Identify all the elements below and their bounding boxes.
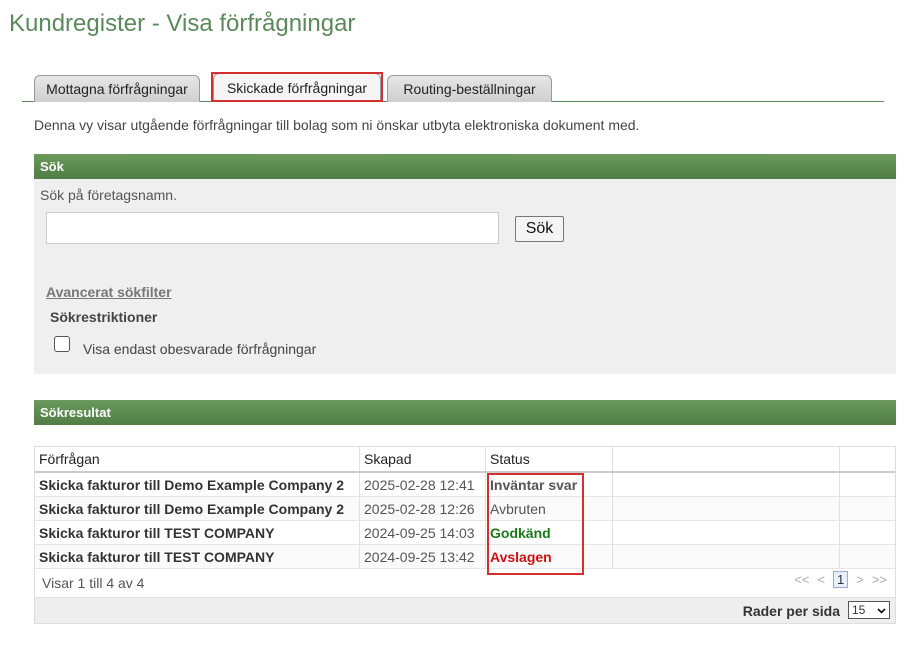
status-cell: Avbruten xyxy=(486,497,613,520)
created-cell: 2024-09-25 14:03 xyxy=(360,521,486,544)
advanced-filter-link[interactable]: Avancerat sökfilter xyxy=(46,284,172,300)
column-header-empty xyxy=(613,447,840,471)
unanswered-only-checkbox[interactable] xyxy=(54,336,70,352)
status-cell: Avslagen xyxy=(486,545,613,568)
search-hint: Sök på företagsnamn. xyxy=(40,187,177,203)
tab-bar: Mottagna förfrågningar Skickade förfrågn… xyxy=(22,72,884,102)
empty-cell xyxy=(840,497,895,520)
unanswered-only-label[interactable]: Visa endast obesvarade förfrågningar xyxy=(83,341,316,357)
pager-current-page[interactable]: 1 xyxy=(832,571,849,588)
company-search-input[interactable] xyxy=(46,212,499,244)
rows-per-page-value: 15 xyxy=(852,603,866,617)
search-panel: Sök på företagsnamn. Sök Avancerat sökfi… xyxy=(34,179,896,374)
page-title: Kundregister - Visa förfrågningar xyxy=(9,10,356,37)
empty-cell xyxy=(613,473,840,496)
pager-first-button[interactable]: << xyxy=(794,572,809,587)
column-header-request[interactable]: Förfrågan xyxy=(35,447,360,471)
search-restrictions-title: Sökrestriktioner xyxy=(50,309,158,325)
empty-cell xyxy=(840,545,895,568)
table-header-row: Förfrågan Skapad Status xyxy=(35,447,895,473)
showing-count: Visar 1 till 4 av 4 xyxy=(42,575,145,591)
column-header-created[interactable]: Skapad xyxy=(360,447,486,471)
table-row[interactable]: Skicka fakturor till TEST COMPANY 2024-0… xyxy=(35,521,895,545)
results-panel-header: Sökresultat xyxy=(34,400,896,425)
request-cell[interactable]: Skicka fakturor till Demo Example Compan… xyxy=(35,497,360,520)
table-row[interactable]: Skicka fakturor till Demo Example Compan… xyxy=(35,497,895,521)
pager-next-button[interactable]: > xyxy=(856,572,864,587)
tab-sent-requests[interactable]: Skickade förfrågningar xyxy=(213,73,381,102)
rows-per-page-select[interactable]: 15 xyxy=(848,601,890,619)
empty-cell xyxy=(613,521,840,544)
status-cell: Godkänd xyxy=(486,521,613,544)
request-cell[interactable]: Skicka fakturor till TEST COMPANY xyxy=(35,521,360,544)
status-cell: Inväntar svar xyxy=(486,473,613,496)
pager-last-button[interactable]: >> xyxy=(872,572,887,587)
request-cell[interactable]: Skicka fakturor till TEST COMPANY xyxy=(35,545,360,568)
created-cell: 2025-02-28 12:41 xyxy=(360,473,486,496)
intro-text: Denna vy visar utgående förfrågningar ti… xyxy=(34,117,640,133)
table-row[interactable]: Skicka fakturor till TEST COMPANY 2024-0… xyxy=(35,545,895,569)
empty-cell xyxy=(613,497,840,520)
empty-cell xyxy=(840,473,895,496)
column-header-empty-2 xyxy=(840,447,895,471)
results-table: Förfrågan Skapad Status Skicka fakturor … xyxy=(34,446,896,624)
table-row[interactable]: Skicka fakturor till Demo Example Compan… xyxy=(35,473,895,497)
empty-cell xyxy=(840,521,895,544)
created-cell: 2025-02-28 12:26 xyxy=(360,497,486,520)
empty-cell xyxy=(613,545,840,568)
chevron-down-icon xyxy=(877,603,886,617)
created-cell: 2024-09-25 13:42 xyxy=(360,545,486,568)
pager-prev-button[interactable]: < xyxy=(817,572,825,587)
search-button[interactable]: Sök xyxy=(515,216,564,242)
rows-per-page-label: Rader per sida xyxy=(742,603,840,619)
tab-routing-orders[interactable]: Routing-beställningar xyxy=(387,75,552,102)
search-panel-header: Sök xyxy=(34,154,896,179)
tab-received-requests[interactable]: Mottagna förfrågningar xyxy=(34,75,200,102)
column-header-status[interactable]: Status xyxy=(486,447,613,471)
pager: << < 1 > >> xyxy=(794,571,887,588)
table-footer-bar: Rader per sida 15 xyxy=(35,597,895,623)
request-cell[interactable]: Skicka fakturor till Demo Example Compan… xyxy=(35,473,360,496)
